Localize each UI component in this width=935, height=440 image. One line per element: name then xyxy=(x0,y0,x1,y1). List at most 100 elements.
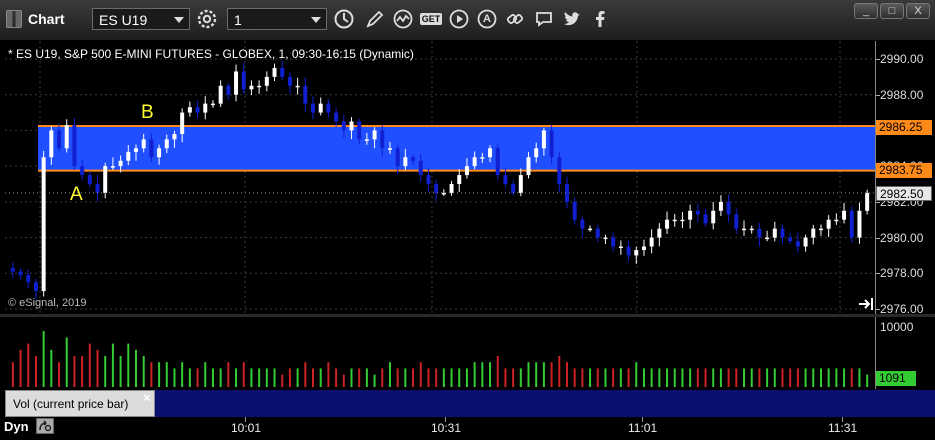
candle-body xyxy=(472,157,477,167)
volume-bar xyxy=(111,343,114,387)
volume-bar xyxy=(743,368,746,387)
price-tick-mark xyxy=(876,309,880,310)
volume-bar xyxy=(165,362,168,387)
scroll-to-end-icon[interactable] xyxy=(857,297,875,311)
price-tick-label: 2978.00 xyxy=(880,266,924,281)
candle-body xyxy=(618,246,623,248)
candle-body xyxy=(818,228,823,231)
candle-body xyxy=(318,103,323,113)
candle-body xyxy=(680,219,685,222)
get-icon-label: GET xyxy=(419,13,443,25)
play-icon[interactable] xyxy=(448,8,470,30)
volume-bar xyxy=(527,362,530,387)
volume-bar xyxy=(134,349,137,387)
interval-combo[interactable]: 1 xyxy=(227,8,327,30)
chevron-down-icon[interactable] xyxy=(174,17,184,23)
alert-a-label: A xyxy=(483,13,491,25)
candle-body xyxy=(157,148,162,158)
candle-body xyxy=(411,157,416,161)
price-tick-label: 2988.00 xyxy=(880,87,924,102)
price-tick-label: 2980.00 xyxy=(880,230,924,245)
candle-body xyxy=(57,130,62,149)
alert-a-icon[interactable]: A xyxy=(476,8,498,30)
close-button[interactable]: X xyxy=(906,3,930,19)
volume-study-label[interactable]: Vol (current price bar) xyxy=(5,390,155,417)
candle-body xyxy=(126,151,131,161)
volume-bar xyxy=(19,349,22,387)
gear-icon[interactable] xyxy=(196,8,218,30)
price-plot[interactable] xyxy=(5,41,875,314)
price-tick-mark xyxy=(876,59,880,60)
candle-body xyxy=(403,157,408,167)
volume-bar xyxy=(750,368,753,387)
volume-bar xyxy=(204,362,207,387)
volume-bar xyxy=(188,368,191,387)
candle-body xyxy=(234,71,239,95)
candle-body xyxy=(49,130,54,158)
volume-chart[interactable] xyxy=(5,317,875,389)
close-study-icon[interactable]: × xyxy=(143,390,151,405)
candle-body xyxy=(788,237,793,242)
price-chart[interactable]: * ES U19, S&P 500 E-MINI FUTURES - GLOBE… xyxy=(5,41,875,314)
candle-body xyxy=(380,130,385,149)
annotation-a: A xyxy=(70,184,83,205)
annotation-b: B xyxy=(141,102,154,123)
time-tick-label: 10:01 xyxy=(231,421,262,435)
time-axis-bar[interactable] xyxy=(0,417,935,440)
candle-body xyxy=(503,175,508,184)
volume-bar xyxy=(235,368,238,387)
chart-wave-icon[interactable] xyxy=(392,8,414,30)
volume-bar xyxy=(258,368,261,387)
volume-bar xyxy=(450,368,453,387)
candle-body xyxy=(703,214,708,224)
candle-body xyxy=(87,175,92,184)
volume-bar xyxy=(435,368,438,387)
volume-bar xyxy=(465,368,468,387)
volume-bar xyxy=(658,368,661,387)
symbol-combo[interactable]: ES U19 xyxy=(92,8,190,30)
chevron-down-icon[interactable] xyxy=(311,17,321,23)
volume-bar xyxy=(242,362,245,387)
candle-body xyxy=(164,139,169,149)
volume-plot[interactable] xyxy=(5,317,875,389)
restore-button[interactable]: □ xyxy=(880,3,904,19)
minimize-button[interactable]: _ xyxy=(854,3,878,19)
volume-bar xyxy=(404,368,407,387)
price-tick-mark xyxy=(876,94,880,96)
link-icon[interactable] xyxy=(504,8,526,30)
candle-body xyxy=(18,271,23,276)
volume-bar xyxy=(650,368,653,387)
candle-body xyxy=(557,157,562,184)
twitter-icon[interactable] xyxy=(561,8,583,30)
candle-body xyxy=(749,228,754,231)
volume-bar xyxy=(519,368,522,387)
facebook-icon[interactable] xyxy=(589,8,611,30)
candle-body xyxy=(118,160,123,167)
candle-body xyxy=(287,76,292,86)
volume-bar xyxy=(596,368,599,387)
volume-bar xyxy=(573,368,576,387)
candle-body xyxy=(534,148,539,158)
symbol-value: ES U19 xyxy=(99,12,148,28)
volume-bar xyxy=(211,368,214,387)
clock-icon[interactable] xyxy=(333,8,355,30)
candle-body xyxy=(464,166,469,176)
pencil-icon[interactable] xyxy=(364,8,386,30)
candle-body xyxy=(110,166,115,168)
volume-bar xyxy=(804,368,807,387)
comment-icon[interactable] xyxy=(533,8,555,30)
candle-body xyxy=(757,228,762,238)
volume-bar xyxy=(419,362,422,387)
volume-bar xyxy=(796,368,799,387)
dynamic-mode-icon[interactable] xyxy=(36,418,54,434)
candle-body xyxy=(657,228,662,238)
volume-bar xyxy=(789,368,792,387)
volume-bar xyxy=(673,368,676,387)
get-icon[interactable]: GET xyxy=(419,8,443,30)
volume-bar xyxy=(358,368,361,387)
candle-body xyxy=(149,139,154,158)
volume-bar xyxy=(766,368,769,387)
candle-body xyxy=(103,166,108,193)
volume-bar xyxy=(196,368,199,387)
volume-bar xyxy=(34,356,37,387)
